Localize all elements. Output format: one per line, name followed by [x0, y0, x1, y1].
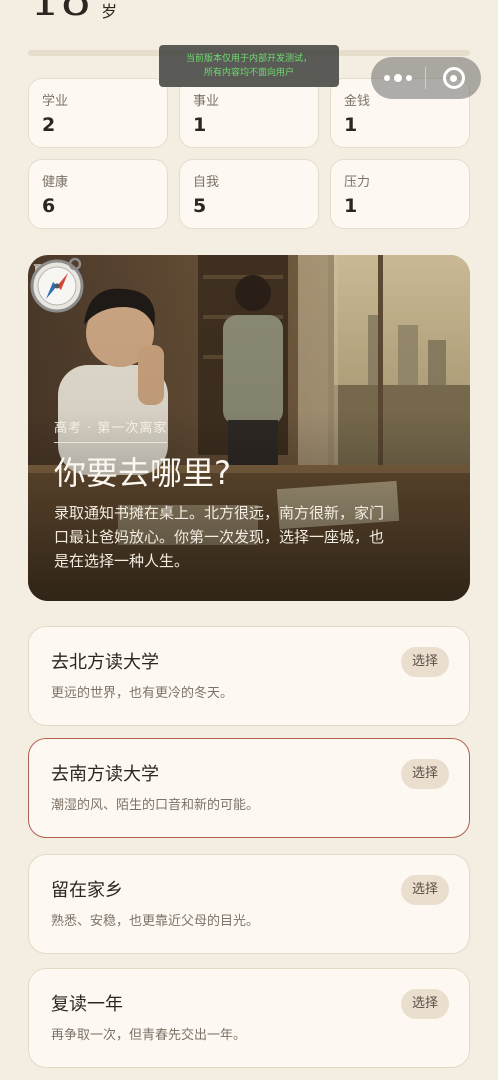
stat-label: 事业: [193, 94, 220, 109]
more-dots-icon[interactable]: [371, 57, 425, 99]
stat-card-health: 健康 6: [28, 159, 168, 229]
miniprogram-capsule: [371, 57, 481, 99]
scene-title: 你要去哪里?: [54, 454, 231, 492]
stat-value: 2: [42, 114, 56, 136]
choice-title: 去南方读大学: [51, 764, 159, 785]
compass-icon: [30, 257, 84, 313]
choice-title: 复读一年: [51, 994, 123, 1015]
choice-south-university[interactable]: 去南方读大学 潮湿的风、陌生的口音和新的可能。 选择: [28, 738, 470, 838]
age-unit: 岁: [101, 2, 118, 21]
stat-label: 健康: [42, 175, 69, 190]
scene-text-block: 高考 · 第一次离家 你要去哪里? 录取通知书摊在桌上。北方很远，南方很新，家门…: [54, 417, 394, 573]
stat-card-academics: 学业 2: [28, 78, 168, 148]
scene-tag: 高考 · 第一次离家: [54, 417, 168, 443]
choice-description: 潮湿的风、陌生的口音和新的可能。: [51, 798, 260, 813]
close-target-icon[interactable]: [426, 57, 481, 99]
stat-label: 自我: [193, 175, 220, 190]
dev-notice-line1: 当前版本仅用于内部开发测试，: [185, 54, 312, 64]
stat-value: 1: [344, 195, 358, 217]
select-button[interactable]: 选择: [401, 989, 449, 1019]
stat-value: 1: [193, 114, 207, 136]
stat-value: 1: [344, 114, 358, 136]
stat-card-self: 自我 5: [179, 159, 319, 229]
choice-north-university[interactable]: 去北方读大学 更远的世界，也有更冷的冬天。 选择: [28, 626, 470, 726]
choice-description: 再争取一次，但青春先交出一年。: [51, 1028, 247, 1043]
stat-value: 5: [193, 195, 207, 217]
select-button[interactable]: 选择: [401, 759, 449, 789]
choice-description: 更远的世界，也有更冷的冬天。: [51, 686, 234, 701]
age-number: 18: [30, 0, 91, 24]
stat-label: 压力: [344, 175, 371, 190]
dev-notice-line2: 所有内容均不面向用户: [203, 68, 294, 78]
choice-repeat-year[interactable]: 复读一年 再争取一次，但青春先交出一年。 选择: [28, 968, 470, 1068]
dev-test-notice: 当前版本仅用于内部开发测试， 所有内容均不面向用户: [159, 45, 339, 87]
select-button[interactable]: 选择: [401, 647, 449, 677]
stat-label: 学业: [42, 94, 69, 109]
age-display: 18 岁: [30, 0, 117, 24]
scene-card: 夏天 高考 · 第一次离家 你要去哪里? 录取通知书摊在桌上。北方很远，南方很新…: [28, 255, 470, 601]
stat-card-career: 事业 1: [179, 78, 319, 148]
select-button[interactable]: 选择: [401, 875, 449, 905]
stat-value: 6: [42, 195, 56, 217]
choice-description: 熟悉、安稳，也更靠近父母的目光。: [51, 914, 260, 929]
choice-stay-hometown[interactable]: 留在家乡 熟悉、安稳，也更靠近父母的目光。 选择: [28, 854, 470, 954]
scene-description: 录取通知书摊在桌上。北方很远，南方很新，家门口最让爸妈放心。你第一次发现，选择一…: [54, 504, 385, 570]
stat-card-stress: 压力 1: [330, 159, 470, 229]
choice-title: 去北方读大学: [51, 652, 159, 673]
choice-title: 留在家乡: [51, 880, 123, 901]
